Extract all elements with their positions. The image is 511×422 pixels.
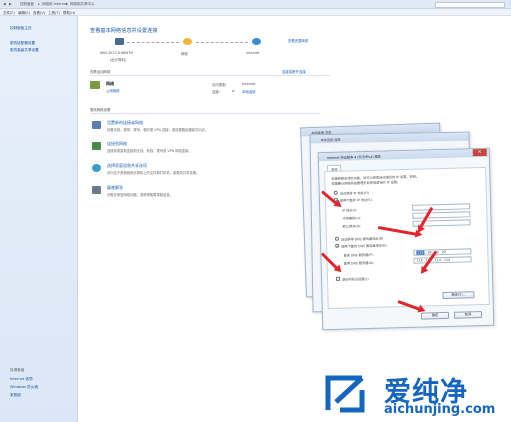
network-house-icon — [90, 81, 100, 89]
troubleshoot-icon — [92, 186, 101, 194]
dns1-octet-4: 29 — [441, 249, 446, 255]
sidebar-link-firewall[interactable]: Windows 防火墙 — [10, 385, 38, 390]
dns1-label: 首选 DNS 服务器(P): — [343, 252, 374, 258]
watermark-url: aichunjing.com — [384, 402, 496, 417]
connections-label: 连接: — [212, 90, 220, 94]
task-new-connection[interactable]: 设置新的连接或网络 — [107, 120, 143, 126]
divider — [90, 75, 330, 76]
task-troubleshoot[interactable]: 疑难解答 — [107, 185, 123, 191]
validate-label: 退出时验证设置(L) — [341, 276, 369, 282]
manual-dns-radio[interactable] — [335, 243, 340, 248]
map-connector — [196, 42, 248, 43]
connect-disconnect-link[interactable]: 连接或断开连接 — [282, 69, 306, 74]
change-settings-heading: 更改网络设置 — [90, 108, 111, 112]
map-connector — [127, 42, 179, 43]
validate-checkbox[interactable] — [335, 276, 341, 281]
see-also-heading: 另请参阅 — [10, 368, 25, 372]
menu-help[interactable]: 帮助(H) — [63, 11, 75, 16]
access-type-label: 访问类型: — [212, 83, 227, 87]
title-bar: ◀ ▶ 控制面板 ▸ 网络和 Internet ▸ 网络和共享中心 — [0, 0, 511, 9]
properties-dialog-title: 本地连接 属性 — [320, 137, 341, 143]
computer-icon — [115, 38, 124, 45]
dns2-octet-3: 114 — [434, 258, 441, 263]
ok-button[interactable]: 确定 — [420, 311, 450, 320]
auto-ip-radio[interactable] — [333, 190, 338, 195]
dns2-label: 备用 DNS 服务器(A): — [343, 260, 375, 266]
menu-tools[interactable]: 工具(T) — [48, 11, 60, 16]
connect-network-icon — [92, 142, 101, 150]
sidebar-link-homegroup[interactable]: 家庭组 — [10, 393, 21, 398]
back-icon[interactable]: ◀ — [3, 2, 6, 6]
cancel-button[interactable]: 取消 — [453, 311, 483, 319]
dns2-octet-1: 114 — [416, 258, 423, 263]
task-desc: 诊断并修复网络问题，或获得故障排除信息。 — [107, 193, 173, 197]
task-homegroup[interactable]: 选择家庭组和共享选项 — [107, 163, 147, 169]
sidebar-link-sharing[interactable]: 更改高级共享设置 — [10, 48, 39, 53]
map-computer-name: WIN-2K7C1H6K67N — [100, 51, 133, 55]
dns2-octet-4: 114 — [443, 257, 451, 263]
sidebar: 控制面板主页 更改适配器设置 更改高级共享设置 另请参阅 Internet 选项… — [0, 16, 78, 422]
globe-icon — [252, 38, 261, 45]
full-map-link[interactable]: 查看完整映射 — [288, 38, 308, 43]
active-network-heading: 查看活动网络 — [90, 70, 111, 74]
access-type-value: Internet — [242, 82, 256, 86]
close-icon[interactable]: × — [472, 148, 487, 157]
map-internet-label: Internet — [246, 51, 260, 55]
network-name: 网络 — [106, 81, 114, 86]
forward-icon[interactable]: ▶ — [9, 2, 12, 6]
menu-edit[interactable]: 编辑(E) — [18, 11, 30, 16]
connection-icon: ⇄ — [232, 89, 235, 93]
gateway-label: 默认网关(D): — [342, 224, 362, 229]
network-icon — [183, 38, 192, 45]
auto-ip-label: 自动获得 IP 地址(O) — [339, 190, 369, 196]
breadcrumb-item[interactable]: 控制面板 — [20, 2, 34, 7]
ip-label: IP 地址(I): — [342, 208, 358, 213]
breadcrumb-item[interactable]: 网络和共享中心 — [70, 2, 95, 7]
homegroup-icon — [92, 164, 101, 172]
network-type-link[interactable]: 公用网络 — [106, 88, 120, 93]
map-computer-note: (此计算机) — [110, 58, 127, 62]
sidebar-link-internet-options[interactable]: Internet 选项 — [10, 377, 33, 382]
divider — [90, 113, 320, 114]
menu-file[interactable]: 文件(F) — [3, 11, 15, 16]
menu-view[interactable]: 查看(V) — [33, 11, 45, 16]
local-connection-link[interactable]: 本地连接 — [242, 89, 256, 94]
task-desc: 连接到或重新连接到无线、有线、拨号或 VPN 网络连接。 — [107, 149, 192, 153]
dns1-octet-1: 119 — [416, 250, 425, 255]
auto-dns-radio[interactable] — [334, 236, 340, 241]
search-input[interactable] — [435, 1, 505, 8]
map-network-label: 网络 — [181, 52, 188, 56]
sidebar-home-link[interactable]: 控制面板主页 — [10, 26, 32, 31]
breadcrumb-item[interactable]: 网络和 Internet — [42, 2, 68, 7]
mask-label: 子网掩码(U): — [342, 216, 362, 221]
watermark-logo-icon — [322, 370, 370, 414]
sidebar-link-adapter[interactable]: 更改适配器设置 — [10, 41, 35, 46]
task-desc: 设置无线、宽带、拨号、临时或 VPN 连接；或设置路由器或访问点。 — [107, 128, 209, 132]
advanced-button[interactable]: 高级(V)... — [442, 291, 475, 300]
page-title: 查看基本网络信息并设置连接 — [90, 28, 158, 34]
menu-bar: 文件(F) 编辑(E) 查看(V) 工具(T) 帮助(H) — [0, 9, 511, 16]
new-connection-icon — [92, 121, 101, 129]
task-desc: 访问位于其他网络计算机上的文件和打印机，或更改共享设置。 — [107, 171, 200, 175]
manual-ip-label: 使用下面的 IP 地址(S): — [339, 197, 373, 203]
task-connect-network[interactable]: 连接到网络 — [107, 141, 127, 147]
